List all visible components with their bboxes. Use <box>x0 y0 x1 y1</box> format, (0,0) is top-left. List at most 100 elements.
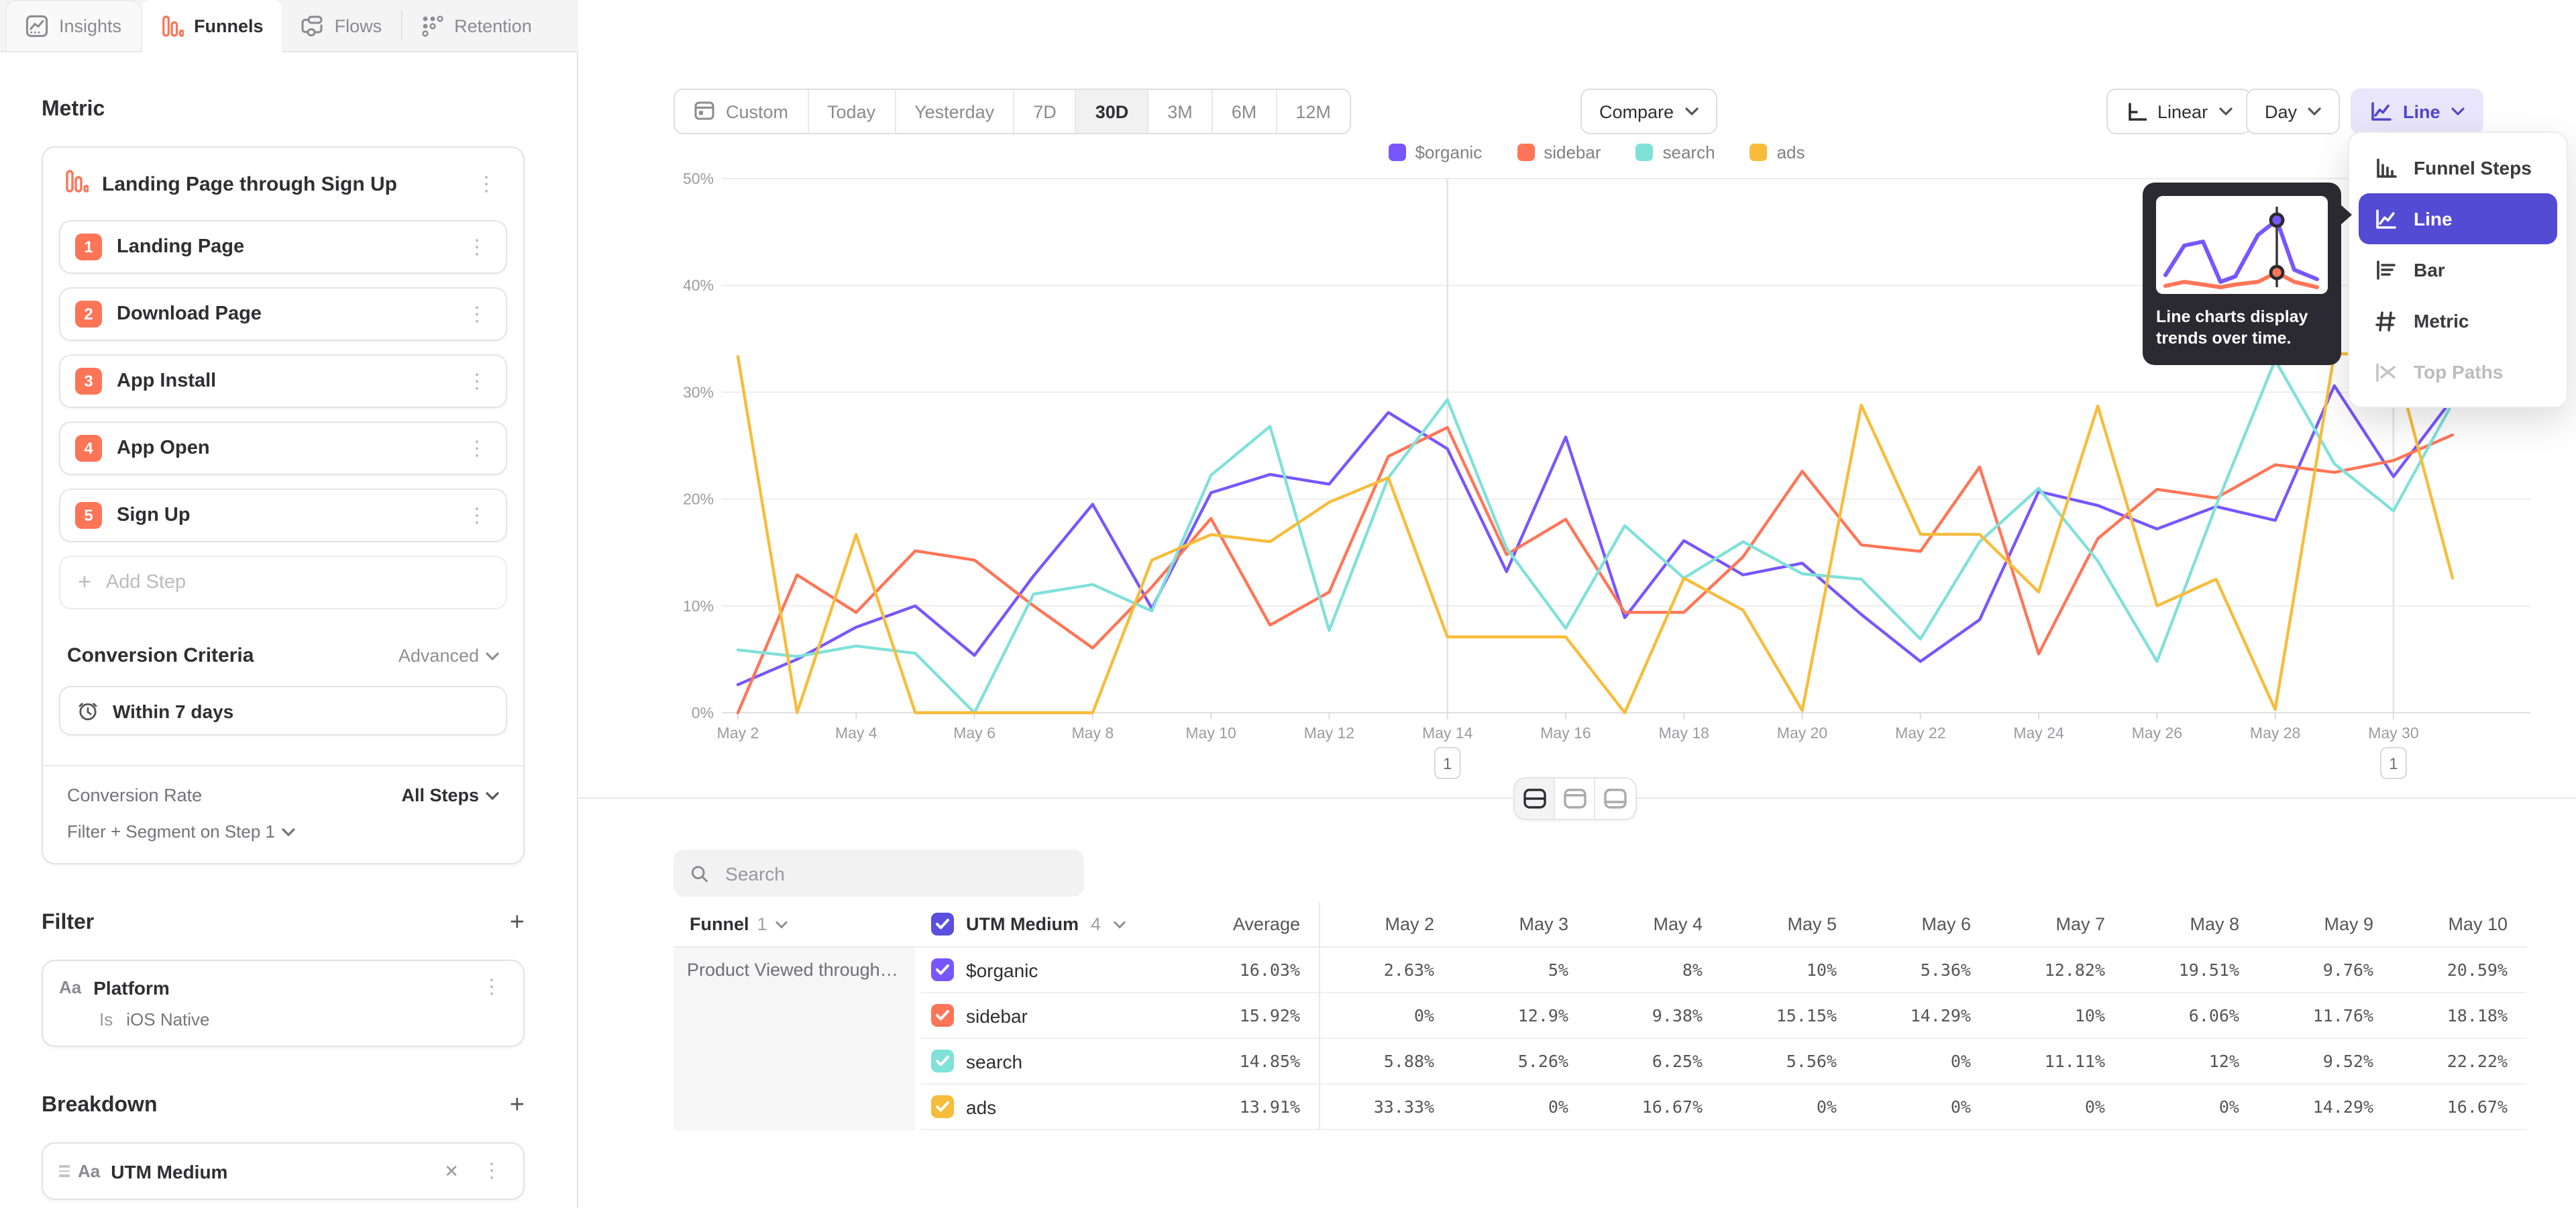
scale-dropdown[interactable]: Linear <box>2106 89 2251 134</box>
column-header-may-6[interactable]: May 6 <box>1856 914 1990 934</box>
breakdown-utm-card[interactable]: Aa UTM Medium ✕ ⋮ <box>42 1142 525 1200</box>
series-checkbox[interactable] <box>931 1095 954 1118</box>
value-cell: 10% <box>1990 1005 2124 1025</box>
chart-type-dropdown[interactable]: Line <box>2351 89 2483 134</box>
menu-item-funnel-steps[interactable]: Funnel Steps <box>2359 142 2557 193</box>
funnel-step-5[interactable]: 5Sign Up⋮ <box>59 489 507 542</box>
value-cell: 18.18% <box>2392 1005 2526 1025</box>
step-kebab-icon[interactable]: ⋮ <box>462 503 492 528</box>
filter-segment-dropdown[interactable]: Filter + Segment on Step 1 <box>67 821 499 842</box>
step-kebab-icon[interactable]: ⋮ <box>462 234 492 260</box>
column-header-may-10[interactable]: May 10 <box>2392 914 2526 934</box>
value-cell: 14.29% <box>1856 1005 1990 1025</box>
legend-item-search[interactable]: search <box>1636 142 1715 162</box>
step-kebab-icon[interactable]: ⋮ <box>462 301 492 327</box>
range-3m[interactable]: 3M <box>1148 90 1213 133</box>
compare-button[interactable]: Compare <box>1580 89 1717 134</box>
line-chart-icon <box>2372 207 2399 230</box>
funnel-name-cell[interactable]: Product Viewed through P… <box>674 948 915 1130</box>
conversion-criteria-label: Conversion Criteria <box>67 644 254 667</box>
select-all-checkbox[interactable] <box>931 913 954 936</box>
advanced-dropdown[interactable]: Advanced <box>398 646 499 666</box>
tooltip-text: Line charts display trends over time. <box>2156 306 2328 349</box>
funnel-step-1[interactable]: 1Landing Page⋮ <box>59 220 507 274</box>
add-filter-button[interactable]: + <box>510 910 525 936</box>
tab-retention[interactable]: Retention <box>402 0 551 51</box>
series-name: ads <box>966 1096 996 1117</box>
column-header-may-2[interactable]: May 2 <box>1319 914 1453 934</box>
menu-item-metric[interactable]: Metric <box>2359 295 2557 346</box>
table-row-sidebar: sidebar15.92%0%12.9%9.38%15.15%14.29%10%… <box>920 993 2526 1039</box>
filter-kebab-icon[interactable]: ⋮ <box>476 974 507 1000</box>
range-12m[interactable]: 12M <box>1277 90 1350 133</box>
table-only-view-toggle[interactable] <box>1595 778 1635 819</box>
all-steps-dropdown[interactable]: All Steps <box>401 785 499 805</box>
series-line-organic[interactable] <box>738 386 2453 685</box>
range-today[interactable]: Today <box>808 90 896 133</box>
range-6m[interactable]: 6M <box>1213 90 1277 133</box>
step-kebab-icon[interactable]: ⋮ <box>462 368 492 394</box>
filter-platform-card[interactable]: Aa Platform ⋮ IsiOS Native <box>42 960 525 1047</box>
value-cell: 5% <box>1453 960 1587 980</box>
legend-item-ads[interactable]: ads <box>1750 142 1805 162</box>
funnel-column-header[interactable]: Funnel 1 <box>674 914 920 934</box>
add-breakdown-button[interactable]: + <box>510 1093 525 1118</box>
menu-item-label: Top Paths <box>2414 361 2503 383</box>
menu-item-bar[interactable]: Bar <box>2359 244 2557 295</box>
breakdown-kebab-icon[interactable]: ⋮ <box>476 1158 507 1184</box>
value-cell: 9.76% <box>2258 960 2392 980</box>
column-header-may-8[interactable]: May 8 <box>2124 914 2258 934</box>
column-header-may-4[interactable]: May 4 <box>1587 914 1721 934</box>
range-7d[interactable]: 7D <box>1014 90 1077 133</box>
x-axis-tick-label: May 6 <box>953 724 996 742</box>
series-name-cell[interactable]: ads <box>920 1095 1159 1118</box>
annotation-badge-label: 1 <box>1443 755 1452 773</box>
tab-insights[interactable]: Insights <box>5 0 142 51</box>
metric-kebab-icon[interactable]: ⋮ <box>471 171 502 197</box>
value-cell: 9.52% <box>2258 1051 2392 1071</box>
column-header-may-5[interactable]: May 5 <box>1721 914 1856 934</box>
column-header-may-7[interactable]: May 7 <box>1990 914 2124 934</box>
interval-dropdown[interactable]: Day <box>2246 89 2340 134</box>
split-view-toggle[interactable] <box>1515 778 1555 819</box>
funnel-step-2[interactable]: 2Download Page⋮ <box>59 287 507 341</box>
column-header-may-3[interactable]: May 3 <box>1453 914 1587 934</box>
string-type-icon: Aa <box>78 1161 100 1181</box>
column-header-may-9[interactable]: May 9 <box>2258 914 2392 934</box>
series-line-ads[interactable] <box>738 354 2453 713</box>
bar-chart-icon <box>2372 258 2399 281</box>
series-line-search[interactable] <box>738 360 2453 713</box>
add-step-button[interactable]: + Add Step <box>59 556 507 609</box>
remove-breakdown-icon[interactable]: ✕ <box>437 1160 466 1182</box>
series-name-cell[interactable]: $organic <box>920 958 1159 981</box>
funnel-step-3[interactable]: 3App Install⋮ <box>59 354 507 408</box>
metric-card-header[interactable]: Landing Page through Sign Up ⋮ <box>59 148 507 220</box>
series-checkbox[interactable] <box>931 1050 954 1072</box>
value-cell: 11.11% <box>1990 1051 2124 1071</box>
legend-item-organic[interactable]: $organic <box>1388 142 1482 162</box>
conversion-window-button[interactable]: Within 7 days <box>59 686 507 736</box>
step-kebab-icon[interactable]: ⋮ <box>462 436 492 461</box>
drag-handle-icon[interactable] <box>59 1166 70 1176</box>
funnel-step-4[interactable]: 4App Open⋮ <box>59 421 507 475</box>
value-cell: 15.15% <box>1721 1005 1856 1025</box>
range-custom[interactable]: Custom <box>675 90 808 133</box>
series-column-header[interactable]: UTM Medium 4 <box>920 913 1159 936</box>
series-name-cell[interactable]: sidebar <box>920 1004 1159 1027</box>
series-checkbox[interactable] <box>931 1004 954 1027</box>
series-checkbox[interactable] <box>931 958 954 981</box>
chart-only-view-toggle[interactable] <box>1555 778 1595 819</box>
range-30d[interactable]: 30D <box>1077 90 1149 133</box>
search-input[interactable] <box>722 861 1068 885</box>
range-yesterday[interactable]: Yesterday <box>896 90 1014 133</box>
tab-funnels[interactable]: Funnels <box>142 0 282 52</box>
legend-item-sidebar[interactable]: sidebar <box>1517 142 1601 162</box>
menu-item-line[interactable]: Line <box>2359 193 2557 244</box>
table-search[interactable] <box>674 850 1084 897</box>
metric-icon <box>2372 309 2399 332</box>
y-axis-tick-label: 0% <box>692 704 714 721</box>
search-icon <box>690 862 709 884</box>
column-header-average[interactable]: Average <box>1159 914 1319 934</box>
tab-flows[interactable]: Flows <box>282 0 401 51</box>
series-name-cell[interactable]: search <box>920 1050 1159 1072</box>
